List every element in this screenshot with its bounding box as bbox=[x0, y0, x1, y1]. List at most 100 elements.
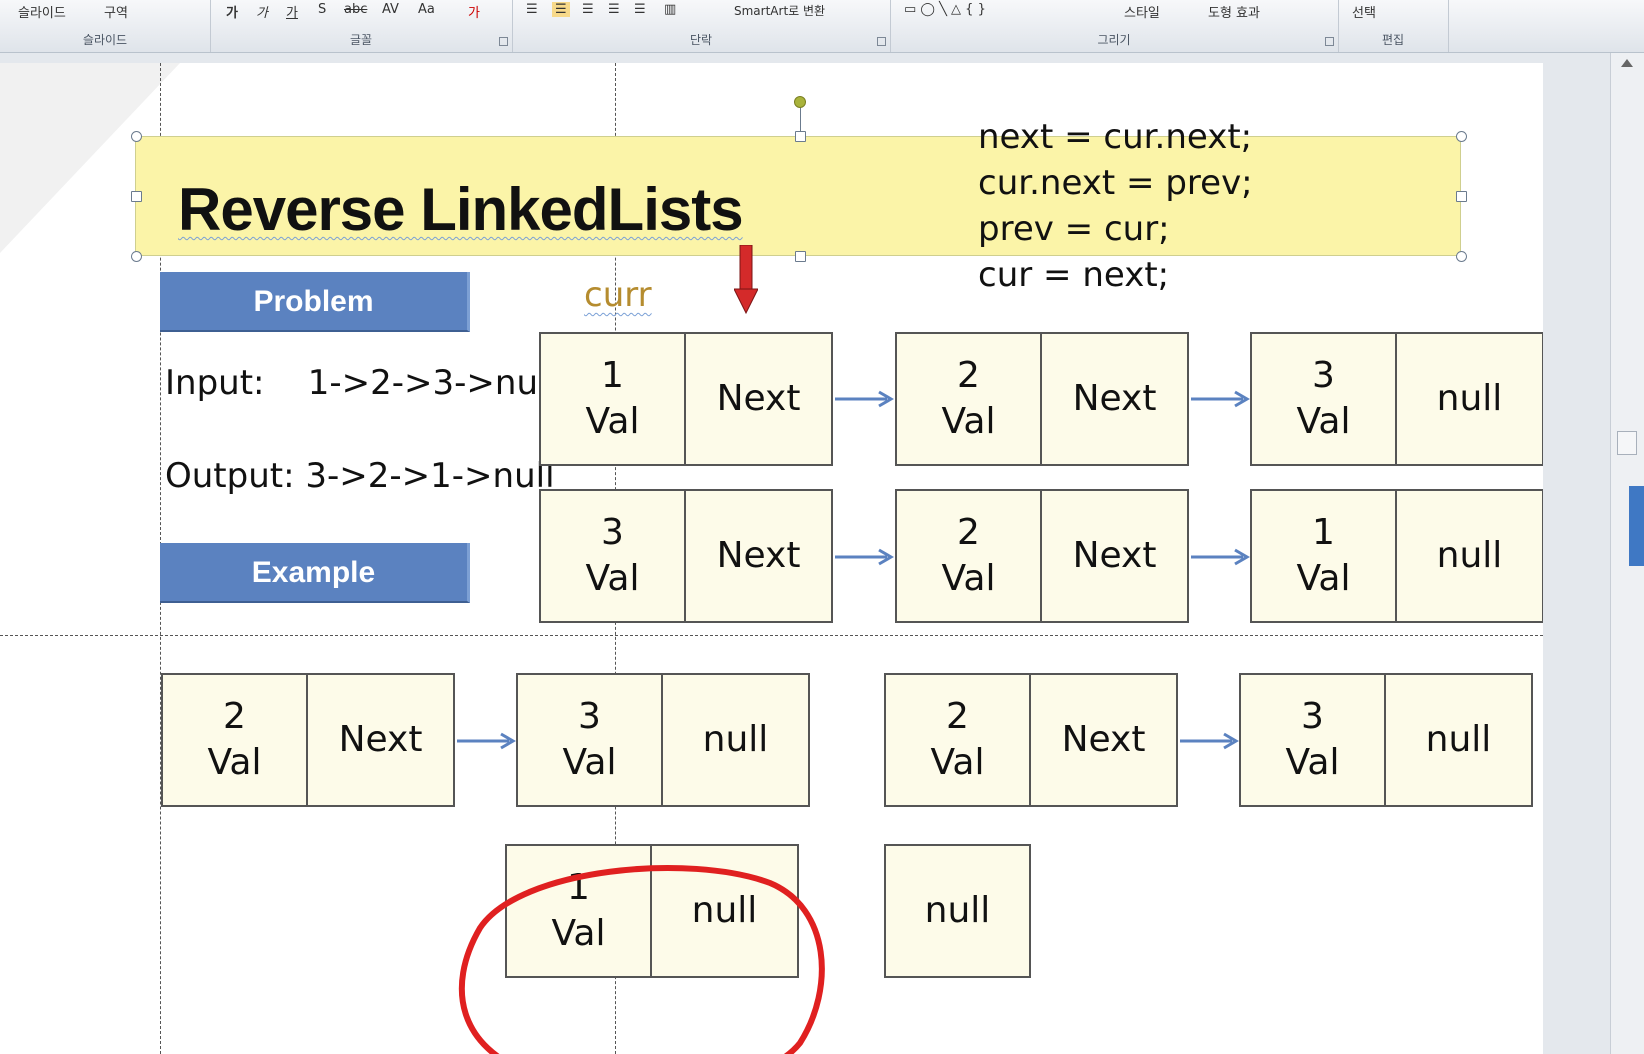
node-value-cell: 2 Val bbox=[895, 332, 1042, 466]
drawing-launcher-icon[interactable] bbox=[1325, 37, 1334, 46]
node-pointer-cell: null bbox=[663, 673, 810, 807]
connector-arrow[interactable] bbox=[835, 389, 897, 409]
slide-canvas[interactable]: Reverse LinkedLists next = cur.next; cur… bbox=[0, 63, 1543, 1054]
node-pointer-cell: null bbox=[1386, 673, 1533, 807]
list-node[interactable]: 1 Val null bbox=[1250, 489, 1543, 623]
select-button[interactable]: 선택 bbox=[1352, 2, 1376, 21]
node-pointer-cell: Next bbox=[1042, 489, 1189, 623]
null-node[interactable]: null bbox=[884, 844, 1031, 978]
section-button[interactable]: 구역 bbox=[104, 2, 128, 21]
paragraph-launcher-icon[interactable] bbox=[877, 37, 886, 46]
slide-title[interactable]: Reverse LinkedLists bbox=[178, 175, 744, 244]
bold-button[interactable]: 가 bbox=[226, 2, 238, 21]
justify-icon[interactable]: ☰ bbox=[608, 2, 620, 17]
resize-handle[interactable] bbox=[131, 251, 142, 262]
node-value-cell: 1 Val bbox=[539, 332, 686, 466]
smartart-convert-button[interactable]: SmartArt로 변환 bbox=[734, 2, 825, 19]
font-launcher-icon[interactable] bbox=[499, 37, 508, 46]
underline-button[interactable]: 가 bbox=[286, 2, 298, 21]
resize-handle[interactable] bbox=[795, 251, 806, 262]
ribbon-group-font: 가 가 가 S abc AV Aa 가 글꼴 bbox=[210, 0, 513, 52]
example-banner[interactable]: Example bbox=[160, 543, 470, 603]
list-node[interactable]: 2 Val Next bbox=[884, 673, 1178, 807]
list-node[interactable]: 3 Val null bbox=[1239, 673, 1533, 807]
node-pointer-cell: Next bbox=[686, 332, 833, 466]
scroll-thumb[interactable] bbox=[1617, 431, 1637, 455]
code-line[interactable]: next = cur.next; bbox=[978, 117, 1252, 157]
shape-effects-button[interactable]: 도형 효과 bbox=[1208, 2, 1260, 21]
group-label-paragraph: 단락 bbox=[689, 33, 713, 47]
shadow-button[interactable]: S bbox=[318, 2, 326, 17]
vertical-scrollbar[interactable] bbox=[1610, 53, 1644, 1054]
list-node[interactable]: 1 Val Next bbox=[539, 332, 833, 466]
problem-banner[interactable]: Problem bbox=[160, 272, 470, 332]
guide-horizontal[interactable] bbox=[0, 635, 1543, 636]
list-node[interactable]: 2 Val Next bbox=[895, 489, 1189, 623]
strikethrough-button[interactable]: abc bbox=[344, 2, 367, 17]
code-line[interactable]: cur.next = prev; bbox=[978, 163, 1253, 203]
list-node[interactable]: 2 Val Next bbox=[895, 332, 1189, 466]
group-label-font: 글꼴 bbox=[349, 33, 373, 47]
connector-arrow[interactable] bbox=[835, 547, 897, 567]
slide-workspace: Reverse LinkedLists next = cur.next; cur… bbox=[0, 53, 1610, 1054]
align-left-icon[interactable]: ☰ bbox=[526, 2, 538, 17]
scroll-accent bbox=[1629, 486, 1644, 566]
list-node[interactable]: 3 Val null bbox=[516, 673, 810, 807]
code-line[interactable]: cur = next; bbox=[978, 255, 1169, 295]
node-value-cell: 2 Val bbox=[161, 673, 308, 807]
scroll-up-icon[interactable] bbox=[1621, 59, 1633, 67]
align-right-icon[interactable]: ☰ bbox=[582, 2, 594, 17]
quick-styles-button[interactable]: 스타일 bbox=[1124, 2, 1160, 21]
shapes-gallery-icon[interactable]: ▭ ◯ ╲ △ { } bbox=[904, 2, 986, 17]
ribbon: 슬라이드 구역 슬라이드 가 가 가 S abc AV Aa 가 글꼴 ☰ ☰ … bbox=[0, 0, 1644, 53]
ribbon-group-slides: 슬라이드 구역 슬라이드 bbox=[0, 0, 211, 52]
code-line[interactable]: prev = cur; bbox=[978, 209, 1170, 249]
list-node[interactable]: 2 Val Next bbox=[161, 673, 455, 807]
connector-arrow[interactable] bbox=[1191, 389, 1253, 409]
resize-handle[interactable] bbox=[131, 191, 142, 202]
node-value-cell: 3 Val bbox=[539, 489, 686, 623]
italic-button[interactable]: 가 bbox=[256, 2, 268, 21]
ribbon-group-drawing: ▭ ◯ ╲ △ { } 스타일 도형 효과 그리기 bbox=[890, 0, 1339, 52]
curr-label[interactable]: curr bbox=[584, 275, 652, 315]
resize-handle[interactable] bbox=[1456, 251, 1467, 262]
resize-handle[interactable] bbox=[1456, 191, 1467, 202]
font-color-button[interactable]: 가 bbox=[468, 2, 480, 21]
input-text[interactable]: Input: 1->2->3->null bbox=[165, 363, 557, 403]
node-pointer-cell: null bbox=[884, 844, 1031, 978]
connector-arrow[interactable] bbox=[1191, 547, 1253, 567]
node-pointer-cell: null bbox=[1397, 332, 1543, 466]
node-pointer-cell: null bbox=[1397, 489, 1543, 623]
columns-icon[interactable]: ▥ bbox=[664, 2, 676, 17]
group-label-drawing: 그리기 bbox=[1097, 33, 1131, 47]
distribute-icon[interactable]: ☰ bbox=[634, 2, 646, 17]
node-value-cell: 3 Val bbox=[516, 673, 663, 807]
group-label-slides: 슬라이드 bbox=[82, 33, 128, 47]
spacing-button[interactable]: AV bbox=[382, 2, 399, 17]
resize-handle[interactable] bbox=[131, 131, 142, 142]
node-pointer-cell: Next bbox=[1042, 332, 1189, 466]
node-value-cell: 3 Val bbox=[1239, 673, 1386, 807]
node-pointer-cell: Next bbox=[1031, 673, 1178, 807]
ribbon-group-paragraph: ☰ ☰ ☰ ☰ ☰ ▥ SmartArt로 변환 단락 bbox=[512, 0, 891, 52]
node-value-cell: 1 Val bbox=[1250, 489, 1397, 623]
align-center-icon[interactable]: ☰ bbox=[552, 2, 570, 17]
connector-arrow[interactable] bbox=[457, 731, 519, 751]
ribbon-group-editing: 선택 편집 bbox=[1338, 0, 1449, 52]
rotation-stem bbox=[800, 105, 801, 131]
red-down-arrow[interactable] bbox=[734, 245, 758, 315]
new-slide-button[interactable]: 슬라이드 bbox=[18, 2, 66, 21]
connector-arrow[interactable] bbox=[1180, 731, 1242, 751]
list-node[interactable]: 3 Val null bbox=[1250, 332, 1543, 466]
node-value-cell: 2 Val bbox=[895, 489, 1042, 623]
resize-handle[interactable] bbox=[1456, 131, 1467, 142]
node-value-cell: 3 Val bbox=[1250, 332, 1397, 466]
rotation-handle[interactable] bbox=[794, 96, 806, 108]
resize-handle[interactable] bbox=[795, 131, 806, 142]
node-pointer-cell: Next bbox=[686, 489, 833, 623]
list-node[interactable]: 3 Val Next bbox=[539, 489, 833, 623]
output-text[interactable]: Output: 3->2->1->null bbox=[165, 456, 555, 496]
node-pointer-cell: Next bbox=[308, 673, 455, 807]
change-case-button[interactable]: Aa bbox=[418, 2, 435, 17]
red-annotation-circle[interactable] bbox=[440, 858, 860, 1054]
